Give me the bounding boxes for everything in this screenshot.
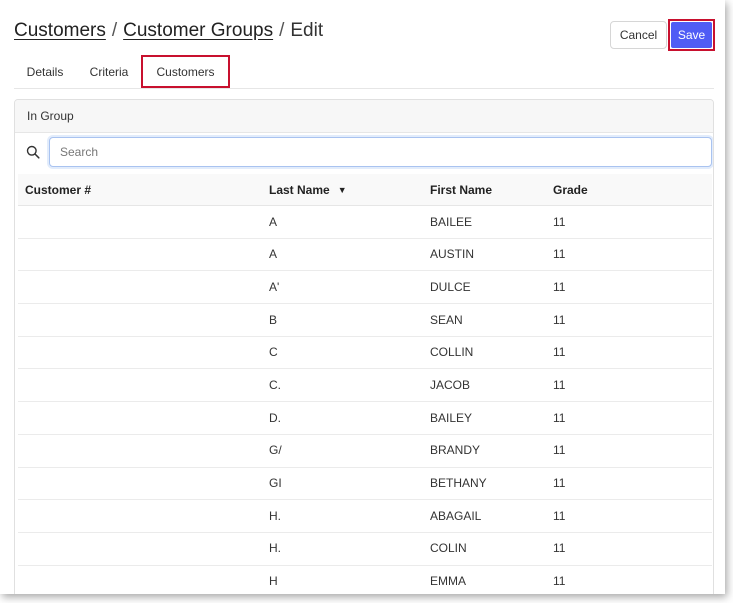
- table-row[interactable]: H. COLIN 11: [18, 533, 712, 566]
- cell-last-name: C.: [269, 377, 281, 392]
- cell-first-name: COLIN: [430, 541, 467, 556]
- table-row[interactable]: G/BRANDY 11: [18, 435, 712, 468]
- table-row[interactable]: C. JACOB 11: [18, 369, 712, 403]
- cell-grade: 11: [553, 377, 566, 392]
- search-bar: [18, 137, 712, 167]
- cell-last-name: H.: [269, 508, 281, 523]
- cell-last-name: A: [269, 214, 278, 229]
- table-row[interactable]: GI BETHANY 11: [18, 468, 712, 501]
- cell-first-name: BETHANY: [430, 476, 487, 490]
- tab-customers[interactable]: Customers: [141, 55, 230, 88]
- tab-details[interactable]: Details: [18, 55, 72, 88]
- cell-grade: 11: [553, 476, 566, 490]
- table-row[interactable]: B SEAN 11: [18, 304, 712, 337]
- cell-first-name: JACOB: [430, 377, 471, 392]
- cell-grade: 11: [553, 541, 566, 556]
- cell-last-name: C: [269, 345, 278, 360]
- cell-grade: 11: [553, 214, 566, 229]
- cell-last-name: A: [269, 247, 278, 262]
- column-header-last-name[interactable]: Last Name ▼: [269, 174, 347, 205]
- cell-first-name: EMMA: [430, 574, 466, 589]
- in-group-panel: In Group Customer # Last Name ▼ First Nam…: [14, 99, 714, 594]
- cell-first-name: DULCE: [430, 279, 471, 294]
- table-row[interactable]: A' DULCE 11: [18, 271, 712, 305]
- column-header-first-name[interactable]: First Name: [430, 174, 492, 205]
- save-button-highlight: Save: [668, 19, 715, 51]
- table-body: A BAILEE 11 A AUSTIN 11 A' DULCE 11 B SEAN 11 C COLLI…: [18, 206, 712, 594]
- table-row[interactable]: D. BAILEY 11: [18, 402, 712, 435]
- tab-bar: Details Criteria Customers: [14, 55, 714, 88]
- column-header-label: First Name: [430, 182, 493, 197]
- cell-grade: 11: [553, 247, 566, 262]
- breadcrumb-current: Edit: [290, 20, 324, 41]
- cell-grade: 11: [553, 443, 566, 458]
- search-input[interactable]: [49, 137, 712, 167]
- column-header-label: Last Name: [269, 182, 330, 197]
- table-row[interactable]: H. ABAGAIL 11: [18, 500, 712, 533]
- cell-grade: 11: [553, 312, 566, 327]
- table-row[interactable]: C COLLIN 11: [18, 337, 712, 370]
- tab-criteria[interactable]: Criteria: [82, 55, 136, 88]
- breadcrumb-separator: /: [279, 20, 285, 41]
- cell-first-name: BRANDY: [430, 443, 481, 458]
- cell-grade: 11: [553, 410, 566, 425]
- cell-first-name: AUSTIN: [430, 247, 475, 262]
- edit-customer-group-page: Customers / Customer Groups / Edit Cancel Sa…: [0, 0, 725, 594]
- save-button[interactable]: Save: [671, 22, 712, 48]
- breadcrumb-separator: /: [111, 20, 118, 41]
- cell-grade: 11: [553, 345, 566, 360]
- cell-first-name: BAILEY: [430, 410, 473, 425]
- cell-grade: 11: [553, 279, 566, 294]
- panel-title: In Group: [15, 100, 713, 133]
- cell-last-name: GI: [269, 476, 282, 490]
- breadcrumb-customers-link[interactable]: Customers: [14, 20, 106, 41]
- search-icon[interactable]: [18, 137, 48, 167]
- breadcrumb: Customers / Customer Groups / Edit: [14, 20, 323, 42]
- cell-last-name: D.: [269, 410, 281, 425]
- column-header-label: Customer #: [25, 182, 92, 197]
- tab-divider: [14, 88, 714, 89]
- cell-first-name: ABAGAIL: [430, 508, 482, 523]
- cell-first-name: BAILEE: [430, 214, 473, 229]
- table-header: Customer # Last Name ▼ First Name Grade: [18, 174, 712, 206]
- column-header-grade[interactable]: Grade: [553, 174, 588, 205]
- table-row[interactable]: A AUSTIN 11: [18, 239, 712, 272]
- column-header-customer-number[interactable]: Customer #: [25, 174, 91, 205]
- cell-grade: 11: [553, 574, 566, 589]
- column-header-label: Grade: [553, 182, 588, 197]
- table-row[interactable]: H EMMA 11: [18, 566, 712, 594]
- cell-last-name: H: [269, 574, 278, 589]
- table-row[interactable]: A BAILEE 11: [18, 206, 712, 239]
- cell-last-name: G/: [269, 443, 282, 458]
- cell-last-name: B: [269, 312, 278, 327]
- customers-table: Customer # Last Name ▼ First Name Grade A…: [18, 174, 712, 594]
- cancel-button[interactable]: Cancel: [610, 21, 667, 49]
- sort-descending-icon: ▼: [337, 184, 347, 195]
- cell-last-name: H.: [269, 541, 281, 556]
- cell-last-name: A': [269, 279, 280, 294]
- cell-first-name: COLLIN: [430, 345, 474, 360]
- cell-grade: 11: [553, 508, 566, 523]
- breadcrumb-customer-groups-link[interactable]: Customer Groups: [123, 20, 273, 41]
- cell-first-name: SEAN: [430, 312, 463, 327]
